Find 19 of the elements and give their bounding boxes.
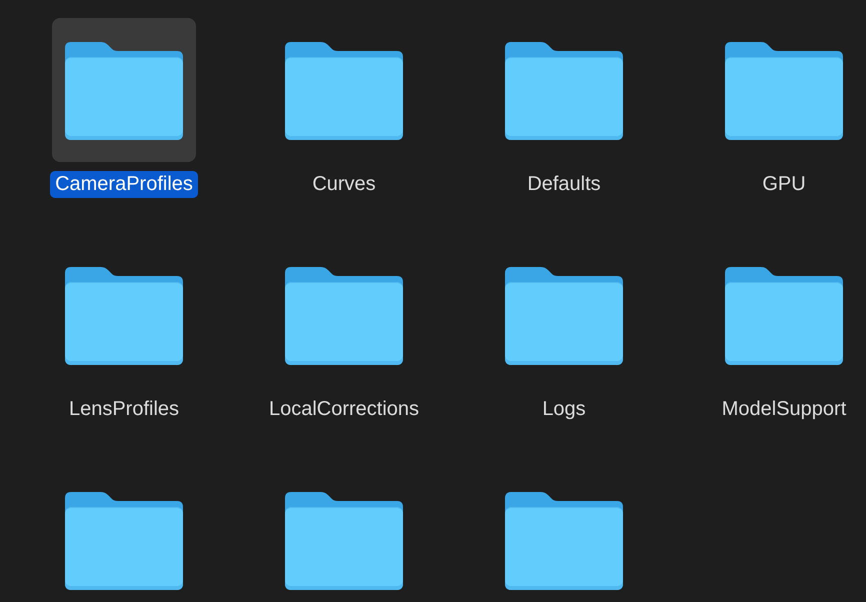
folder-name[interactable]: ModelSupport [716,396,852,423]
folder-icon[interactable] [725,40,843,140]
folder-icon[interactable] [65,265,183,365]
folder-name[interactable]: Curves [307,171,381,198]
folder-icon[interactable] [285,490,403,590]
folder-icon[interactable] [505,265,623,365]
folder-icon[interactable] [505,490,623,590]
folder-name[interactable]: CameraProfiles [50,171,198,198]
folder-icon[interactable] [284,265,403,365]
folder-name[interactable]: GPU [757,171,811,198]
folder-icon[interactable] [65,490,183,590]
folder-name[interactable]: LocalCorrections [264,396,424,423]
folder-name[interactable]: Defaults [522,171,606,198]
folder-name[interactable]: Logs [537,396,591,423]
folder-icon[interactable] [285,40,403,140]
folder-icon[interactable] [64,40,183,140]
folder-icon[interactable] [505,40,623,140]
folder-name[interactable]: LensProfiles [64,396,184,423]
folder-icon[interactable] [725,265,843,365]
